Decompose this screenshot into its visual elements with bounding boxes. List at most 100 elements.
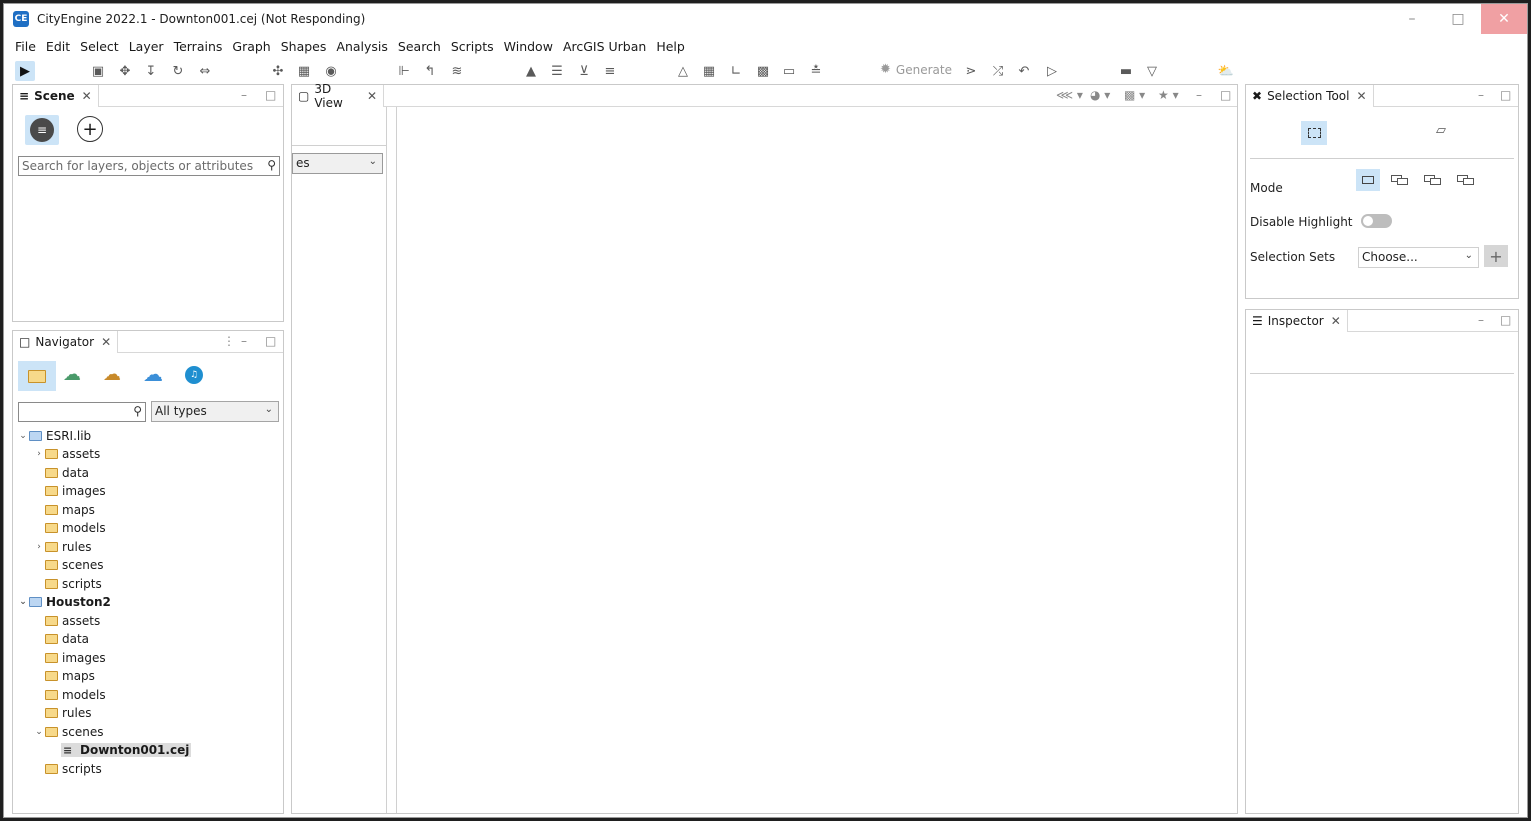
menu-analysis[interactable]: Analysis — [331, 39, 393, 54]
frame-icon[interactable]: ▦ — [294, 61, 314, 81]
navigator-search-input[interactable]: ⚲ — [18, 402, 146, 422]
menu-help[interactable]: Help — [651, 39, 690, 54]
rule-attr-icon[interactable]: ⋗ — [961, 61, 981, 81]
pointer-icon[interactable]: ▷ — [1042, 61, 1062, 81]
file-browser-button[interactable] — [18, 361, 56, 391]
rectangle-select-button[interactable] — [1301, 121, 1327, 145]
selection-sets-select[interactable]: Choose... ⌄ — [1358, 247, 1479, 268]
tree-item-maps[interactable]: maps — [45, 667, 95, 685]
tree-item-rules[interactable]: › rules — [33, 538, 91, 556]
maximize-button[interactable]: □ — [1435, 4, 1481, 34]
tree-item-scripts[interactable]: scripts — [45, 575, 102, 593]
texture-icon[interactable]: ▭ — [779, 61, 799, 81]
minimize-panel-icon[interactable]: – — [241, 88, 247, 102]
tree-item-scripts[interactable]: scripts — [45, 760, 102, 778]
tree-item-scenes[interactable]: ⌄ scenes — [33, 723, 103, 741]
cloud-upload-icon[interactable]: ☁ — [63, 364, 81, 385]
tree-item-maps[interactable]: maps — [45, 501, 95, 519]
minimize-panel-icon[interactable]: – — [1478, 313, 1484, 327]
view-layer-select[interactable]: es ⌄ — [292, 153, 383, 174]
random-seed-icon[interactable]: ⤮ — [988, 61, 1008, 81]
3d-viewport[interactable] — [396, 107, 1237, 813]
maximize-panel-icon[interactable]: □ — [1500, 313, 1511, 327]
align-terrain-icon[interactable]: ⊻ — [574, 61, 594, 81]
maximize-panel-icon[interactable]: □ — [1220, 88, 1231, 102]
mode-replace-button[interactable] — [1356, 169, 1380, 191]
select-tool-button[interactable]: ▶ — [15, 61, 35, 81]
tree-item-assets[interactable]: › assets — [33, 445, 100, 463]
close-tab-icon[interactable]: ✕ — [1357, 89, 1367, 103]
bookmark-icon[interactable]: ▽ — [1142, 61, 1162, 81]
drop-down-icon[interactable]: ↧ — [141, 61, 161, 81]
tree-item-models[interactable]: models — [45, 686, 106, 704]
cloud-icon[interactable]: ☁ — [143, 362, 163, 386]
bookmarks-star-icon[interactable]: ★ ▾ — [1158, 88, 1179, 102]
chevron-right-icon[interactable]: › — [33, 449, 45, 459]
tab-navigator[interactable]: □ Navigator ✕ — [13, 330, 119, 353]
menu-edit[interactable]: Edit — [41, 39, 75, 54]
lasso-select-icon[interactable]: ▱ — [1436, 123, 1446, 138]
chevron-down-icon[interactable]: ⌄ — [17, 431, 29, 441]
tumble-icon[interactable]: ✣ — [268, 61, 288, 81]
tab-scene[interactable]: ≡ Scene ✕ — [13, 84, 99, 107]
tree-item-esri-lib[interactable]: ⌄ ESRI.lib — [17, 427, 91, 445]
menu-select[interactable]: Select — [75, 39, 124, 54]
tree-item-data[interactable]: data — [45, 464, 89, 482]
add-layer-button[interactable]: + — [77, 116, 103, 142]
tree-item-downton001[interactable]: ≡ Downton001.cej — [61, 741, 192, 759]
polygon-street-icon[interactable]: ⊩ — [394, 61, 414, 81]
chevron-down-icon[interactable]: ⌄ — [33, 727, 45, 737]
undo-icon[interactable]: ↶ — [1014, 61, 1034, 81]
menu-scripts[interactable]: Scripts — [446, 39, 499, 54]
street-split-icon[interactable]: ☰ — [547, 61, 567, 81]
freehand-street-icon[interactable]: ↰ — [420, 61, 440, 81]
chevron-right-icon[interactable]: › — [33, 542, 45, 552]
rotate-icon[interactable]: ↻ — [168, 61, 188, 81]
view-menu-icon[interactable]: ⋮ — [223, 334, 235, 348]
tree-item-scenes[interactable]: scenes — [45, 556, 103, 574]
minimize-panel-icon[interactable]: – — [241, 334, 247, 348]
cleanup-icon[interactable]: ≛ — [806, 61, 826, 81]
tree-item-data[interactable]: data — [45, 630, 89, 648]
navigation-icon[interactable]: ⋘ ▾ — [1056, 88, 1083, 102]
close-tab-icon[interactable]: ✕ — [101, 335, 111, 349]
edit-shape-icon[interactable]: ∟ — [726, 61, 746, 81]
minimize-button[interactable]: – — [1389, 4, 1435, 34]
maximize-panel-icon[interactable]: □ — [1500, 88, 1511, 102]
shape-creation-icon[interactable]: ▲ — [521, 61, 541, 81]
menu-shapes[interactable]: Shapes — [276, 39, 332, 54]
subdivide-icon[interactable]: ▩ — [753, 61, 773, 81]
minimize-panel-icon[interactable]: – — [1478, 88, 1484, 102]
scene-search-input[interactable]: Search for layers, objects or attributes… — [18, 156, 280, 176]
measure-icon[interactable]: ▬ — [1116, 61, 1136, 81]
scale-icon[interactable]: ⇔ — [195, 61, 215, 81]
tree-item-assets[interactable]: assets — [45, 612, 100, 630]
camera-icon[interactable]: ▩ ▾ — [1124, 88, 1145, 102]
close-tab-icon[interactable]: ✕ — [1331, 314, 1341, 328]
extrude-icon[interactable]: ▦ — [699, 61, 719, 81]
type-filter-select[interactable]: All types ⌄ — [151, 401, 279, 422]
view-settings-icon[interactable]: ◕ ▾ — [1090, 88, 1110, 102]
orbit-icon[interactable]: ◉ — [321, 61, 341, 81]
tree-item-images[interactable]: images — [45, 649, 106, 667]
arcgis-icon[interactable]: ♫ — [185, 366, 203, 384]
mode-subtract-button[interactable] — [1421, 169, 1445, 191]
cloud-share-icon[interactable]: ☁ — [103, 364, 121, 385]
maximize-panel-icon[interactable]: □ — [265, 334, 276, 348]
tree-item-houston2[interactable]: ⌄ Houston2 — [17, 593, 111, 611]
tab-3d-view[interactable]: ▢ 3D View ✕ — [292, 82, 384, 110]
layers-view-button[interactable]: ≡ — [25, 115, 59, 145]
menu-search[interactable]: Search — [393, 39, 446, 54]
close-button[interactable]: ✕ — [1481, 4, 1527, 34]
tree-item-models[interactable]: models — [45, 519, 106, 537]
terrain-icon[interactable]: ≋ — [447, 61, 467, 81]
frame-selection-icon[interactable]: ▣ — [88, 61, 108, 81]
menu-file[interactable]: File — [10, 39, 41, 54]
minimize-panel-icon[interactable]: – — [1196, 88, 1202, 102]
menu-arcgis-urban[interactable]: ArcGIS Urban — [558, 39, 651, 54]
menu-terrains[interactable]: Terrains — [169, 39, 228, 54]
close-tab-icon[interactable]: ✕ — [367, 89, 377, 103]
generate-button[interactable]: ✹ Generate — [880, 62, 952, 77]
tab-inspector[interactable]: ☰ Inspector ✕ — [1246, 309, 1348, 332]
add-selection-set-button[interactable]: + — [1484, 245, 1508, 267]
